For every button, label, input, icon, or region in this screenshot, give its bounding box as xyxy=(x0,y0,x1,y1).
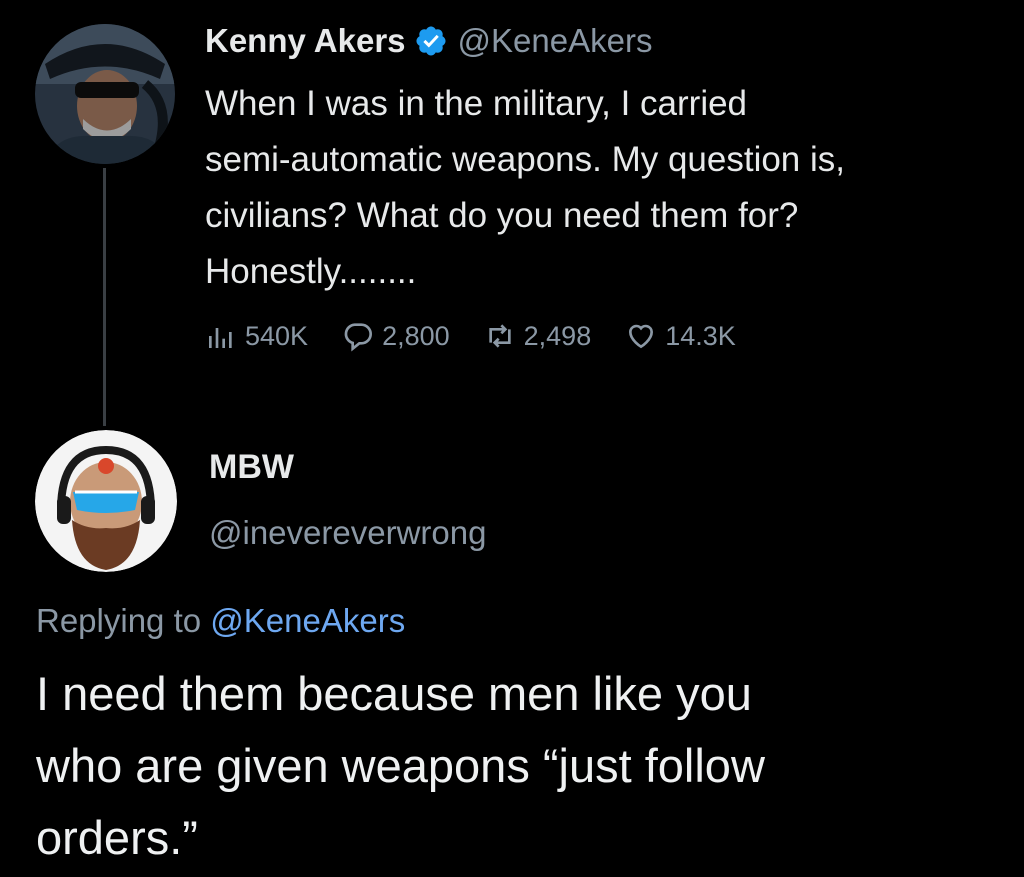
original-tweet-text: When I was in the military, I carried se… xyxy=(205,84,845,291)
thread-connector-line xyxy=(103,168,106,426)
original-display-name[interactable]: Kenny Akers xyxy=(205,22,406,60)
reply-bubble-icon xyxy=(344,323,373,352)
retweet-count: 2,498 xyxy=(523,320,592,351)
original-handle[interactable]: @KeneAkers xyxy=(458,22,653,60)
like-count: 14.3K xyxy=(665,320,736,351)
avatar-2-image xyxy=(35,430,177,572)
retweet-icon xyxy=(488,324,511,348)
reply-tweet-text: I need them because men like you who are… xyxy=(36,667,765,864)
reply-metric[interactable]: 2,800 xyxy=(342,320,450,352)
kenny-akers-avatar[interactable] xyxy=(35,24,175,164)
heart-icon xyxy=(629,324,654,349)
retweet-metric[interactable]: 2,498 xyxy=(484,320,592,352)
like-metric[interactable]: 14.3K xyxy=(625,320,736,352)
views-metric[interactable]: 540K xyxy=(205,320,308,352)
tweet-metrics-bar: 540K 2,800 2,498 14.3K xyxy=(205,320,770,352)
avatar-1-image xyxy=(35,24,175,164)
replying-to-link[interactable]: @KeneAkers xyxy=(210,602,405,639)
original-tweet-header: Kenny Akers @KeneAkers xyxy=(205,22,652,60)
views-count: 540K xyxy=(245,320,309,351)
replying-to-line: Replying to @KeneAkers xyxy=(36,602,405,640)
reply-display-name[interactable]: MBW xyxy=(209,448,294,487)
reply-count: 2,800 xyxy=(382,320,450,351)
mbw-avatar[interactable] xyxy=(35,430,177,572)
replying-to-prefix: Replying to xyxy=(36,602,202,639)
views-chart-icon xyxy=(209,328,232,348)
verified-badge-icon xyxy=(414,24,448,58)
reply-handle[interactable]: @inevereverwrong xyxy=(209,514,486,552)
